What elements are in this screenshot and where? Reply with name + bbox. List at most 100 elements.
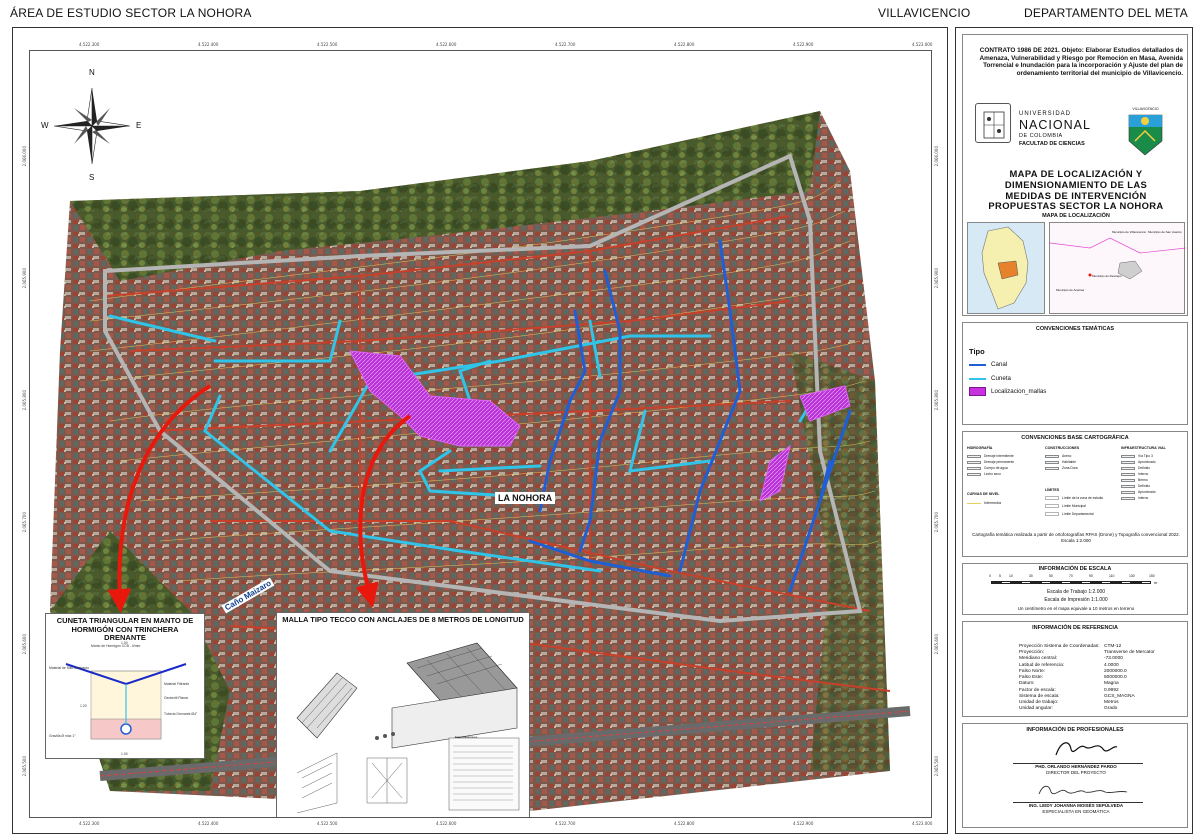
base-item-label: Cuerpo de agua: [984, 466, 1008, 470]
reference-value: Grado: [1104, 706, 1118, 712]
scale-segment: [1121, 581, 1131, 584]
map-title: MAPA DE LOCALIZACIÓN Y DIMENSIONAMIENTO …: [988, 168, 1164, 212]
cuneta-label: Manto de Hormigón CCB - 0/mm: [91, 644, 141, 648]
base-cartography-legend: CONVENCIONES BASE CARTOGRÁFICA HIDROGRAF…: [962, 431, 1188, 557]
left-coordinate: 2.065.900: [22, 268, 27, 289]
base-item-swatch-icon: [967, 466, 981, 470]
compass-e: E: [136, 121, 142, 130]
university-line3: DE COLOMBIA: [1019, 133, 1063, 139]
signature-2-icon: [1038, 785, 1128, 795]
bottom-coordinate: 4.522.600: [436, 821, 457, 826]
limite-swatch-icon: [1045, 496, 1059, 500]
base-item-label: Anexo: [1062, 454, 1072, 458]
scale-segment: [1081, 581, 1091, 584]
scale-unit: m: [1154, 580, 1158, 585]
reference-table: Proyección Sistema de Coordenadas: CTM-12…: [1019, 644, 1155, 713]
right-coordinate: 2.065.700: [934, 512, 939, 533]
scale-work: Escala de Trabajo 1:2.000: [1046, 589, 1106, 595]
right-coordinate: 2.065.500: [934, 756, 939, 777]
base-item-swatch-icon: [1045, 454, 1059, 458]
right-coordinate: 2.065.900: [934, 268, 939, 289]
malla-spec-label: Especificaciones: [455, 735, 478, 739]
bottom-coordinate: 4.522.500: [317, 821, 338, 826]
university-line4: FACULTAD DE CIENCIAS: [1019, 141, 1085, 147]
base-item-label: Aproximado: [1138, 490, 1156, 494]
scale-segment: [1011, 581, 1021, 584]
university-line1: UNIVERSIDAD: [1019, 111, 1072, 117]
top-coordinate: 4.523.000: [912, 42, 933, 47]
cuneta-label: Material de Sitio compacto: [49, 666, 89, 670]
reference-info: INFORMACIÓN DE REFERENCIA Proyección Sis…: [962, 621, 1188, 717]
limite-swatch-icon: [1045, 504, 1059, 508]
professionals-title: INFORMACIÓN DE PROFESIONALES: [1026, 727, 1124, 733]
title-block: CONTRATO 1986 DE 2021. Objeto: Elaborar …: [962, 34, 1188, 316]
colombia-location-map[interactable]: [967, 222, 1045, 314]
legend-item-cuneta: Cuneta: [969, 375, 1011, 382]
compass-rose-icon: [53, 87, 131, 165]
scale-segment: [1061, 581, 1071, 584]
callout-cuneta[interactable]: CUNETA TRIANGULAR EN MANTO DE HORMIGÓN C…: [45, 613, 205, 759]
curvas-title: CURVAS DE NIVEL: [967, 492, 1000, 496]
base-item-swatch-icon: [1121, 496, 1135, 500]
base-col-item: Lecho seco: [967, 472, 1001, 476]
scale-tick-label: 70: [1069, 574, 1073, 578]
scale-tick-label: 50: [1049, 574, 1053, 578]
cuneta-label: 1.20: [80, 704, 87, 708]
base-item-label: Interno: [1138, 472, 1149, 476]
municipal-location-map[interactable]: Municipio de Villavicencio Municipio de S…: [1049, 222, 1187, 314]
scale-bar: 0 5 10 30 50 70 90 110 130 150 m: [989, 574, 1157, 589]
scale-tick-label: 110: [1109, 574, 1115, 578]
base-item-label: Vía Tipo 3: [1138, 454, 1153, 458]
limites-title: LÍMITES: [1045, 488, 1060, 492]
base-item-swatch-icon: [1121, 460, 1135, 464]
base-col-item: Zona Dura: [1045, 466, 1078, 470]
cartography-note: Cartografía temática realizada a partir …: [972, 532, 1180, 544]
scale-print: Escala de Impresión 1:1.000: [1044, 597, 1108, 603]
left-coordinate: 2.066.000: [22, 146, 27, 167]
scale-tick-label: 5: [999, 574, 1001, 578]
top-coordinate: 4.522.900: [793, 42, 814, 47]
base-item-swatch-icon: [1121, 472, 1135, 476]
base-item-swatch-icon: [967, 454, 981, 458]
location-label: Municipio de San Juanito: [1148, 230, 1182, 234]
base-col-item: Drenaje permanente: [967, 460, 1014, 464]
cuneta-section-diagram: [65, 662, 187, 740]
study-area-title: ÁREA DE ESTUDIO SECTOR LA NOHORA: [10, 6, 252, 20]
tipo-title: Tipo: [969, 347, 985, 356]
scale-tick-label: 150: [1149, 574, 1155, 578]
left-coordinate: 2.065.500: [22, 756, 27, 777]
legend-cuneta-label: Cuneta: [991, 375, 1011, 382]
area-label: LA NOHORA: [495, 492, 556, 504]
university-line2: NACIONAL: [1019, 118, 1091, 132]
cuneta-label: Gravilla Ø máx 1": [49, 734, 76, 738]
compass-s: S: [89, 173, 95, 182]
bottom-coordinate: 4.522.300: [79, 821, 100, 826]
scale-tick-label: 10: [1009, 574, 1013, 578]
villavicencio-crest-icon: VILLAVICENCIO: [1123, 107, 1168, 161]
contract-text: CONTRATO 1986 DE 2021. Objeto: Elaborar …: [979, 47, 1184, 78]
base-item-swatch-icon: [967, 460, 981, 464]
cuneta-label: Tubería Drenante Ø4": [164, 712, 198, 716]
base-item-label: Drenaje permanente: [984, 460, 1015, 464]
callout-malla[interactable]: MALLA TIPO TECCO CON ANCLAJES DE 8 METRO…: [276, 612, 530, 817]
base-item-swatch-icon: [1121, 490, 1135, 494]
reference-row: Unidad angular: Grado: [1019, 706, 1155, 712]
scale-title: INFORMACIÓN DE ESCALA: [1038, 566, 1112, 572]
cuneta-label: 1.00: [121, 752, 128, 756]
malla-tecco-diagram: [296, 642, 520, 813]
base-col-item: Aproximado: [1121, 490, 1156, 494]
map-canvas[interactable]: N S E W LA NOHORA Caño Maizaro CUNETA TR…: [29, 50, 932, 818]
base-col-title: HIDROGRAFÍA: [967, 446, 993, 450]
limite-label: Límite Departamental: [1062, 512, 1094, 516]
scale-segment: [1041, 581, 1051, 584]
bottom-coordinate: 4.522.800: [674, 821, 695, 826]
base-col-item: Definido: [1121, 466, 1150, 470]
mallas-swatch-icon: [969, 387, 986, 396]
left-coordinate: 2.065.700: [22, 512, 27, 533]
limite-swatch-icon: [1045, 512, 1059, 516]
scale-segment: [1101, 581, 1111, 584]
signature-1-icon: [1055, 742, 1118, 756]
base-col-item: Drenaje intermitente: [967, 454, 1014, 458]
base-col-item: Cuerpo de agua: [967, 466, 1008, 470]
legend-canal-label: Canal: [991, 361, 1008, 368]
